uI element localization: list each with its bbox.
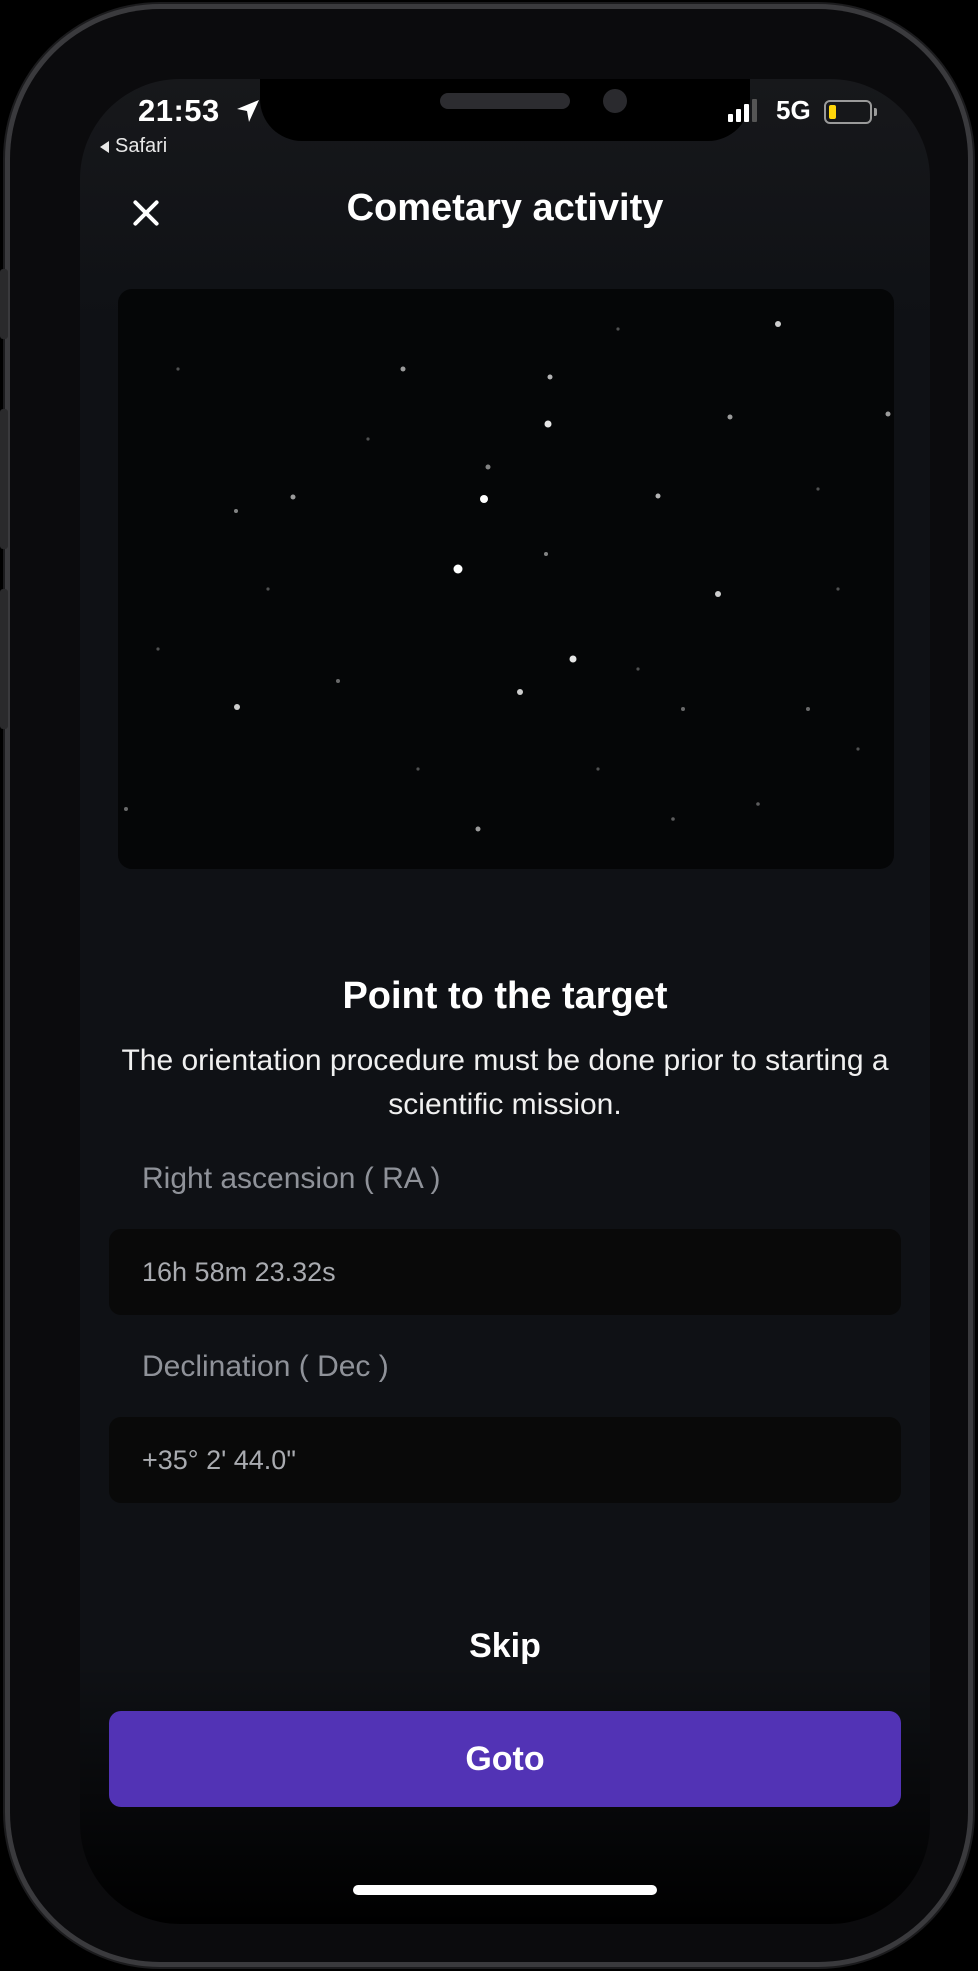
dec-value: +35° 2' 44.0" (142, 1445, 296, 1475)
dec-label: Declination ( Dec ) (142, 1350, 389, 1383)
network-type: 5G (776, 95, 811, 125)
notch (260, 79, 750, 141)
front-camera (603, 89, 627, 113)
page-title: Cometary activity (346, 187, 664, 229)
goto-button[interactable]: Goto (109, 1711, 901, 1807)
back-triangle-icon (100, 140, 109, 153)
star-field-image (118, 289, 894, 869)
status-time: 21:53 (138, 93, 220, 128)
signal-bars-icon (728, 99, 757, 122)
star-field-svg (124, 321, 891, 832)
app-screen: 21:53 Safari 5G Cometary activity Point … (80, 79, 930, 1924)
volume-down-button (0, 589, 8, 729)
back-to-safari[interactable]: Safari (100, 135, 167, 158)
ra-value: 16h 58m 23.32s (142, 1257, 336, 1287)
mute-switch (0, 269, 8, 339)
dec-field[interactable]: +35° 2' 44.0" (109, 1417, 901, 1503)
battery-icon (824, 100, 877, 124)
volume-up-button (0, 409, 8, 549)
section-description: The orientation procedure must be done p… (121, 1044, 889, 1121)
ra-field[interactable]: 16h 58m 23.32s (109, 1229, 901, 1315)
section-heading: Point to the target (342, 975, 668, 1017)
skip-button[interactable]: Skip (80, 1627, 930, 1666)
speaker (440, 93, 570, 109)
phone-frame: 21:53 Safari 5G Cometary activity Point … (0, 9, 968, 1962)
home-indicator[interactable] (353, 1885, 657, 1895)
location-arrow-icon (237, 100, 259, 122)
goto-label: Goto (465, 1739, 545, 1778)
ra-label: Right ascension ( RA ) (142, 1162, 441, 1195)
back-app-label: Safari (115, 135, 168, 157)
